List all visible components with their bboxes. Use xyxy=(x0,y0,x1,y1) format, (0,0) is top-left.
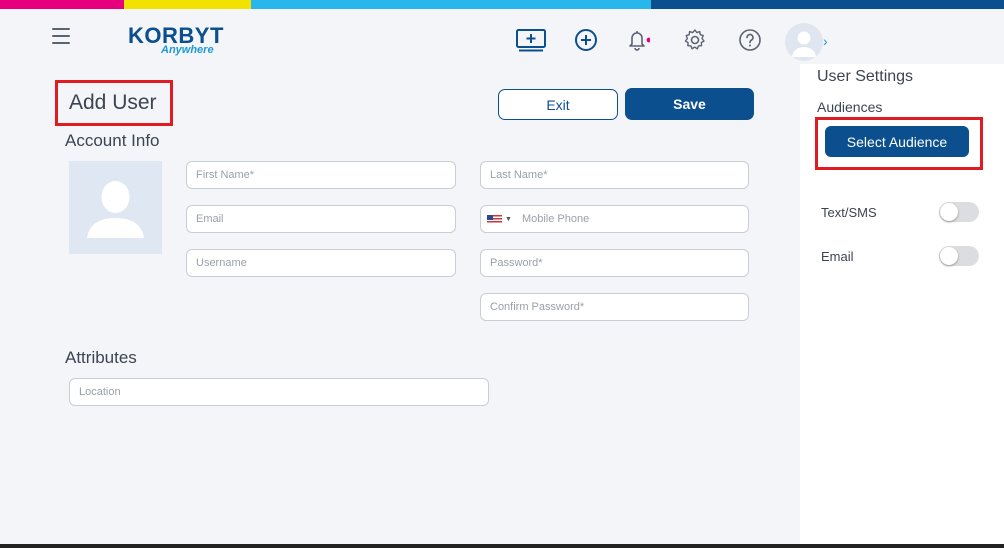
account-info-heading: Account Info xyxy=(65,131,160,150)
text-sms-label: Text/SMS xyxy=(821,205,877,220)
top-navigation-bar: KORBYT Anywhere › xyxy=(0,9,1004,67)
window-bottom-edge xyxy=(0,544,1004,548)
chevron-right-icon[interactable]: › xyxy=(823,33,828,49)
email-notification-label: Email xyxy=(821,249,854,264)
mobile-phone-placeholder: Mobile Phone xyxy=(521,213,590,225)
exit-button[interactable]: Exit xyxy=(498,89,618,120)
confirm-password-field[interactable]: Confirm Password* xyxy=(480,293,749,321)
add-user-page: KORBYT Anywhere › Add User Exit Save Acc… xyxy=(0,0,1004,548)
user-settings-title: User Settings xyxy=(817,68,914,85)
email-notification-toggle[interactable] xyxy=(939,246,979,266)
page-title: Add User xyxy=(69,91,157,114)
profile-photo-placeholder[interactable] xyxy=(69,161,162,254)
screen-add-icon[interactable] xyxy=(515,27,547,53)
text-sms-toggle[interactable] xyxy=(939,202,979,222)
korbyt-logo[interactable]: KORBYT Anywhere xyxy=(128,25,228,59)
gear-icon[interactable] xyxy=(682,27,708,53)
mobile-phone-field[interactable]: ▼ Mobile Phone xyxy=(480,205,749,233)
bell-icon[interactable] xyxy=(624,27,652,53)
menu-icon[interactable] xyxy=(52,28,70,44)
last-name-field[interactable]: Last Name* xyxy=(480,161,749,189)
brand-stripe-navy xyxy=(651,0,1004,9)
audiences-label: Audiences xyxy=(817,99,883,115)
email-field[interactable]: Email xyxy=(186,205,456,233)
save-button[interactable]: Save xyxy=(625,88,754,120)
toggle-knob xyxy=(940,247,958,265)
plus-circle-icon[interactable] xyxy=(573,27,599,53)
first-name-field[interactable]: First Name* xyxy=(186,161,456,189)
location-field[interactable]: Location xyxy=(69,378,489,406)
user-silhouette-icon xyxy=(87,181,144,238)
us-flag-icon[interactable]: ▼ xyxy=(487,214,512,224)
attributes-heading: Attributes xyxy=(65,348,137,367)
help-icon[interactable] xyxy=(737,27,763,53)
brand-stripe-cyan xyxy=(251,0,651,9)
toggle-knob xyxy=(940,203,958,221)
select-audience-button[interactable]: Select Audience xyxy=(825,126,969,157)
username-field[interactable]: Username xyxy=(186,249,456,277)
brand-stripe-yellow xyxy=(124,0,251,9)
user-avatar-icon[interactable] xyxy=(785,23,823,61)
brand-stripe-magenta xyxy=(0,0,124,9)
brand-subtitle: Anywhere xyxy=(161,44,214,56)
password-field[interactable]: Password* xyxy=(480,249,749,277)
